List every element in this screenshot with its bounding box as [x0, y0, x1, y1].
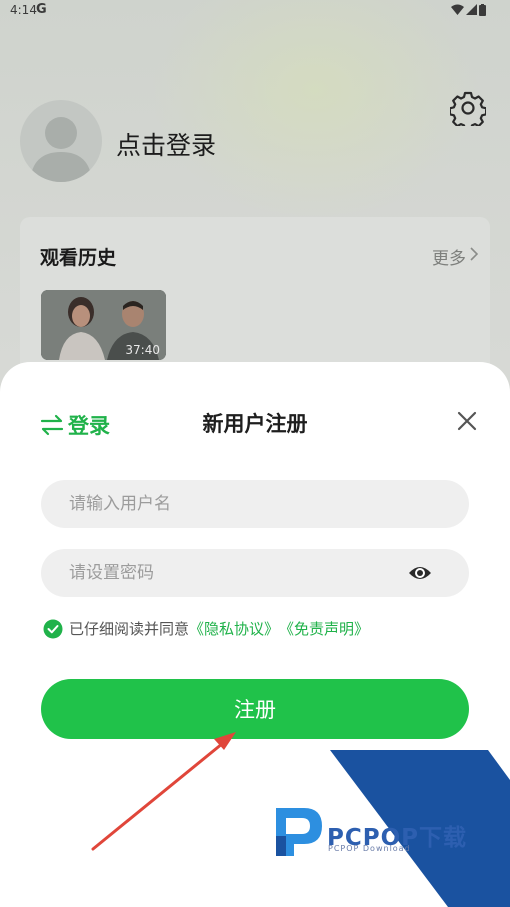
eye-icon[interactable]: [408, 563, 432, 583]
privacy-policy-link[interactable]: 《隐私协议》: [189, 618, 279, 639]
sheet-title: 新用户注册: [202, 412, 308, 436]
signal-icon: [466, 4, 477, 15]
disclaimer-link[interactable]: 《免责声明》: [279, 618, 369, 639]
video-duration: 37:40: [125, 343, 160, 357]
watermark-subtitle: PCPOP Download: [328, 844, 411, 853]
agreement-row: 已仔细阅读并同意 《隐私协议》 《免责声明》: [43, 618, 369, 639]
history-more-link[interactable]: 更多: [432, 244, 466, 269]
avatar[interactable]: [20, 100, 102, 182]
agreement-text: 已仔细阅读并同意: [69, 620, 190, 638]
history-title: 观看历史: [40, 247, 117, 269]
history-video-thumbnail[interactable]: 37:40: [41, 290, 166, 360]
status-icons: [451, 4, 486, 16]
gear-icon[interactable]: [450, 90, 486, 126]
close-icon[interactable]: [455, 409, 479, 433]
status-time: 4:14: [10, 3, 37, 17]
user-silhouette-icon: [30, 117, 92, 182]
watermark-logo-icon: [276, 808, 322, 856]
username-input[interactable]: [41, 480, 469, 528]
register-button[interactable]: 注册: [41, 679, 469, 739]
status-bar: 4:14 G: [0, 0, 510, 22]
wifi-icon: [451, 4, 464, 15]
checkbox-checked-icon[interactable]: [43, 619, 63, 639]
chevron-right-icon[interactable]: [470, 247, 478, 261]
login-prompt[interactable]: 点击登录: [116, 126, 216, 162]
google-icon: G: [36, 2, 47, 17]
password-input[interactable]: [41, 549, 469, 597]
background-glow: [150, 0, 480, 220]
battery-icon: [479, 4, 486, 16]
